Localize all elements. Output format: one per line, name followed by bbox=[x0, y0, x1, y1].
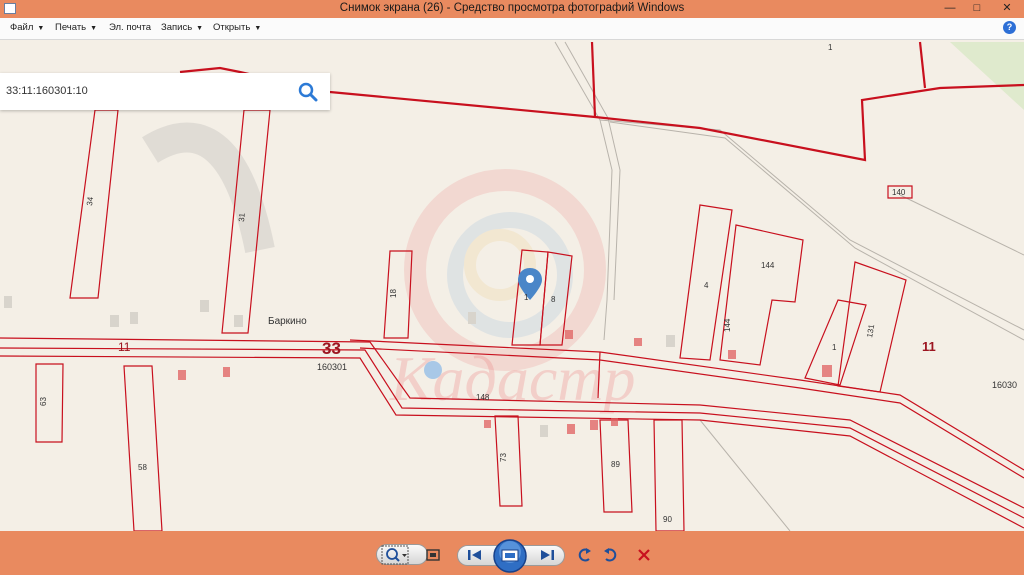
rotate-ccw-icon[interactable] bbox=[576, 546, 594, 566]
region-label: 33 bbox=[322, 339, 341, 358]
quarter-label: 160301 bbox=[317, 362, 347, 372]
parcel-label: 89 bbox=[611, 460, 620, 469]
parcel-label: 1 bbox=[832, 343, 837, 352]
menu-burn[interactable]: Запись ▼ bbox=[161, 22, 203, 33]
menu-print[interactable]: Печать ▼ bbox=[55, 22, 97, 33]
menu-bar: Файл ▼ Печать ▼ Эл. почта Запись ▼ Открыть ▼… bbox=[0, 18, 1024, 40]
watermark-logo bbox=[142, 122, 606, 371]
quarter-label-right: 16030 bbox=[992, 380, 1017, 390]
search-icon[interactable] bbox=[298, 82, 318, 102]
parcel-label: 1 bbox=[524, 293, 529, 302]
window-title: Снимок экрана (26) - Средство просмотра … bbox=[339, 2, 685, 14]
locality-label: Баркино bbox=[268, 316, 307, 327]
water-dot bbox=[424, 361, 442, 379]
parcel-label: 4 bbox=[704, 281, 709, 290]
parcel-label: 131 bbox=[865, 323, 876, 338]
slideshow-icon[interactable] bbox=[492, 538, 528, 574]
chevron-down-icon: ▼ bbox=[37, 25, 45, 32]
district-label: 11 bbox=[118, 340, 131, 354]
chevron-down-icon: ▼ bbox=[90, 25, 98, 32]
zoom-icon[interactable] bbox=[381, 545, 411, 565]
parcel-label: 63 bbox=[39, 397, 48, 406]
maximize-button[interactable]: □ bbox=[964, 0, 990, 17]
next-icon[interactable] bbox=[538, 547, 556, 567]
rotate-cw-icon[interactable] bbox=[601, 546, 619, 566]
parcel-label: 34 bbox=[85, 196, 95, 206]
previous-icon[interactable] bbox=[466, 547, 484, 567]
close-button[interactable]: ✕ bbox=[990, 0, 1024, 17]
parcel-label: 90 bbox=[663, 515, 672, 524]
menu-email[interactable]: Эл. почта bbox=[109, 22, 151, 33]
map-image[interactable]: Кадастр 34 31 18 1 8 4 144 144 1 131 63 … bbox=[0, 40, 1024, 531]
parcel-label: 1 bbox=[828, 43, 833, 52]
parcel-label: 73 bbox=[499, 453, 508, 462]
search-box: 33:11:160301:10 bbox=[0, 73, 330, 110]
help-icon[interactable]: ? bbox=[1003, 21, 1016, 34]
parcel-label: 58 bbox=[138, 463, 147, 472]
parcel-label: 31 bbox=[237, 212, 247, 222]
menu-file[interactable]: Файл ▼ bbox=[10, 22, 44, 33]
fit-window-icon[interactable] bbox=[424, 546, 442, 566]
minimize-button[interactable]: — bbox=[937, 0, 963, 17]
chevron-down-icon: ▼ bbox=[196, 25, 204, 32]
road-label: 148 bbox=[476, 393, 490, 402]
parcel-label: 140 bbox=[892, 188, 906, 197]
parcel-label: 18 bbox=[389, 289, 398, 298]
delete-icon[interactable] bbox=[635, 546, 653, 566]
menu-open[interactable]: Открыть ▼ bbox=[213, 22, 261, 33]
parcel-label: 144 bbox=[761, 261, 775, 270]
search-input[interactable]: 33:11:160301:10 bbox=[6, 85, 88, 97]
grey-roads bbox=[554, 41, 1024, 531]
chevron-down-icon: ▼ bbox=[254, 25, 262, 32]
parcel-label: 8 bbox=[551, 295, 556, 304]
cadastral-map: Кадастр 34 31 18 1 8 4 144 144 1 131 63 … bbox=[0, 41, 1024, 531]
district-label-right: 11 bbox=[922, 339, 936, 354]
parcel-label: 144 bbox=[723, 318, 732, 332]
title-bar: Снимок экрана (26) - Средство просмотра … bbox=[0, 0, 1024, 18]
location-pin-icon bbox=[518, 268, 542, 300]
green-area bbox=[950, 42, 1024, 110]
